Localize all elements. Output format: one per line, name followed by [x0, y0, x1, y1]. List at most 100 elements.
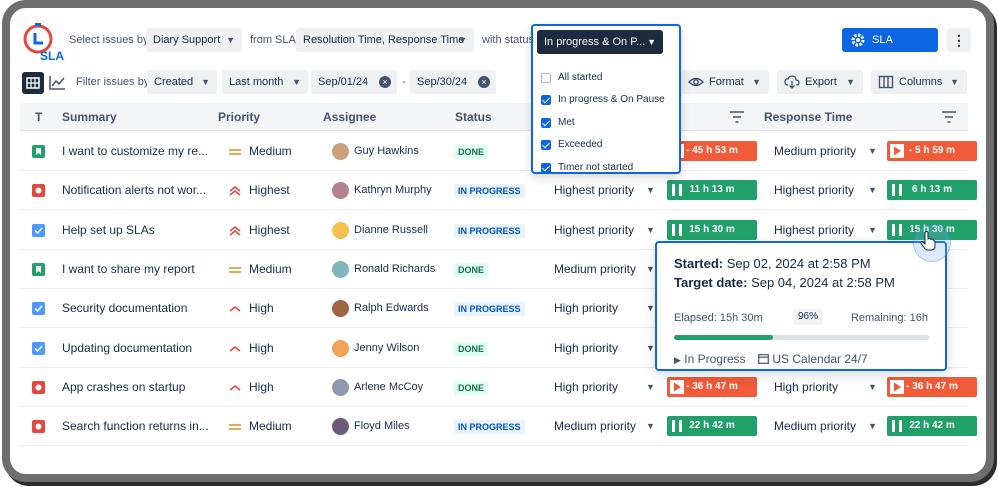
response-timer[interactable]: 6 h 13 m	[887, 180, 977, 201]
state-line: ▶ In Progress	[674, 352, 746, 366]
response-timer[interactable]: 22 h 42 m	[887, 416, 977, 437]
resolution-timer[interactable]: 22 h 42 m	[667, 416, 757, 437]
resolution-timer[interactable]: 15 h 30 m	[667, 219, 757, 240]
priority-high-icon	[228, 302, 242, 314]
play-icon	[890, 144, 904, 158]
col-priority[interactable]: Priority	[218, 103, 260, 131]
resolution-timer[interactable]: - 36 h 47 m	[667, 376, 757, 397]
status-badge: IN PROGRESS	[454, 302, 525, 317]
summary-cell[interactable]: Help set up SLAs	[62, 211, 210, 250]
status-option[interactable]: Exceeded	[541, 135, 602, 155]
pause-icon	[672, 223, 682, 236]
priority-cell: Medium	[249, 261, 292, 276]
filter-icon[interactable]	[729, 110, 745, 124]
resolution-priority-select[interactable]: High priority ▼	[554, 368, 656, 407]
bug-type-icon	[32, 380, 45, 394]
resolution-timer-text: - 36 h 47 m	[686, 380, 738, 392]
resolution-priority-select[interactable]: High priority ▼	[554, 289, 656, 328]
sla-manager-button[interactable]: SLA Manager	[842, 28, 938, 70]
checkbox[interactable]	[541, 140, 551, 151]
table-row[interactable]: Notification alerts not wor... Highest Kat…	[20, 171, 977, 211]
more-menu-button[interactable]: ⋮	[947, 28, 971, 52]
chevron-down-icon: ▼	[868, 421, 877, 432]
response-priority-select[interactable]: Highest priority ▼	[774, 171, 878, 210]
response-priority-value: Highest priority	[774, 183, 855, 198]
response-timer[interactable]: - 5 h 59 m	[887, 141, 977, 161]
chevron-down-icon: ▼	[647, 37, 656, 47]
table-row[interactable]: App crashes on startup High Arlene McCoy DO…	[20, 368, 977, 407]
resolution-priority-select[interactable]: Medium priority ▼	[554, 250, 656, 289]
clear-icon[interactable]: ×	[379, 76, 391, 88]
clear-icon[interactable]: ×	[478, 76, 490, 88]
resolution-priority-select[interactable]: Medium priority ▼	[554, 407, 656, 446]
chevron-down-icon: ▼	[646, 224, 655, 235]
chart-view-button[interactable]	[46, 72, 68, 94]
avatar	[332, 260, 349, 278]
status-option[interactable]: In progress & On Pause	[541, 90, 665, 110]
project-select[interactable]: Diary Support ▼	[146, 28, 242, 52]
resolution-timer-text: 15 h 30 m	[689, 223, 735, 235]
grid-icon	[26, 77, 40, 89]
status-option[interactable]: Met	[541, 113, 575, 133]
col-response-time[interactable]: Response Time	[764, 103, 852, 131]
gear-icon	[851, 33, 865, 47]
checkbox[interactable]	[541, 162, 551, 173]
response-priority-select[interactable]: High priority ▼	[774, 368, 878, 407]
status-badge: DONE	[454, 262, 489, 277]
format-button[interactable]: Format ▼	[681, 70, 769, 94]
response-priority-select[interactable]: Medium priority ▼	[774, 132, 878, 171]
calendar-line: US Calendar 24/7	[758, 352, 868, 366]
table-row[interactable]: I want to customize my re... Medium Guy Ha…	[20, 132, 977, 171]
status-option[interactable]: Timer not started	[541, 158, 633, 178]
sla-select[interactable]: Resolution Time, Response Time ▼	[296, 28, 474, 52]
col-status[interactable]: Status	[455, 103, 492, 131]
table-row[interactable]: Search function returns in... Medium Floyd…	[20, 407, 977, 447]
resolution-priority-select[interactable]: High priority ▼	[554, 329, 656, 368]
response-timer-text: - 5 h 59 m	[908, 145, 956, 156]
resolution-priority-select[interactable]: Highest priority ▼	[554, 211, 656, 250]
filter-icon[interactable]	[941, 110, 957, 124]
filter-period-select[interactable]: Last month ▼	[222, 70, 308, 94]
summary-cell[interactable]: Security documentation	[62, 289, 210, 328]
summary-cell[interactable]: I want to share my report	[62, 250, 210, 289]
response-priority-value: Highest priority	[774, 222, 855, 237]
status-option[interactable]: All started	[541, 68, 602, 88]
response-priority-select[interactable]: Medium priority ▼	[774, 407, 878, 446]
resolution-timer[interactable]: 11 h 13 m	[667, 180, 757, 201]
date-from-field[interactable]: Sep/01/24 ×	[311, 70, 397, 94]
col-summary[interactable]: Summary	[62, 103, 117, 131]
app-window: SLA Select issues by: Diary Support ▼ fr…	[2, 0, 994, 482]
checkbox[interactable]	[541, 95, 551, 106]
assignee-cell: Arlene McCoy	[354, 380, 424, 393]
checkbox[interactable]	[541, 73, 551, 83]
calendar-text: US Calendar 24/7	[772, 352, 868, 366]
status-option-label: In progress & On Pause	[558, 94, 665, 106]
date-to-field[interactable]: Sep/30/24 ×	[410, 70, 496, 94]
export-button[interactable]: Export ▼	[777, 70, 863, 94]
checkbox[interactable]	[541, 117, 551, 128]
col-assignee[interactable]: Assignee	[323, 103, 376, 131]
assignee-cell: Dianne Russell	[354, 223, 428, 236]
table-view-button[interactable]	[22, 72, 44, 94]
summary-cell[interactable]: Updating documentation	[62, 329, 210, 368]
status-badge: DONE	[454, 341, 489, 356]
status-select[interactable]: In progress & On P... ▼	[537, 30, 663, 54]
date-to-value: Sep/30/24	[417, 76, 468, 88]
with-status-label: with status:	[482, 34, 538, 46]
percent-badge: 96%	[793, 309, 823, 325]
response-timer[interactable]: - 36 h 47 m	[887, 376, 977, 397]
chevron-down-icon: ▼	[868, 185, 877, 196]
filter-field-select[interactable]: Created ▼	[147, 70, 217, 94]
date-from-value: Sep/01/24	[318, 76, 369, 88]
summary-cell[interactable]: I want to customize my re...	[62, 132, 210, 171]
avatar	[332, 182, 349, 200]
priority-cell: High	[249, 379, 274, 394]
pause-icon	[892, 223, 902, 236]
summary-cell[interactable]: Notification alerts not wor...	[62, 171, 210, 210]
columns-icon	[878, 75, 894, 89]
summary-cell[interactable]: App crashes on startup	[62, 368, 210, 407]
summary-cell[interactable]: Search function returns in...	[62, 407, 210, 446]
columns-button[interactable]: Columns ▼	[871, 70, 967, 94]
priority-high-icon	[228, 342, 242, 354]
chevron-down-icon: ▼	[646, 263, 655, 274]
